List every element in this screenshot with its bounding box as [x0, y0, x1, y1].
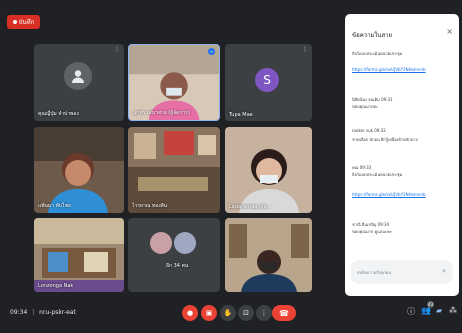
close-icon[interactable]: × [446, 27, 453, 36]
camera-off-button[interactable]: ▣ [201, 305, 217, 321]
participant-tile[interactable]: Ladaramaa phi... [225, 127, 312, 213]
recording-badge: บันทึก [7, 15, 40, 29]
participant-tile[interactable]: แพ้นมา ทับไชย [34, 127, 124, 213]
more-options-icon[interactable]: ⋮ [114, 47, 120, 53]
video-feed [225, 127, 312, 213]
end-call-button[interactable]: ☎ [272, 305, 296, 321]
participant-tile[interactable]: ⋮ คุณญี่ปุ่ม จำปาพอง [34, 44, 124, 121]
chat-message: ขอบคุณมากค่ะ [352, 104, 379, 109]
participant-tile[interactable]: Lonzonga Nak [34, 218, 124, 292]
chat-panel: ข้อความในสาย × ลิงก์แบบประเมินหน่วยประชุ… [345, 14, 459, 296]
chat-icon[interactable]: ▰ [436, 306, 442, 315]
chat-input[interactable]: ส่งข้อความถึงทุกคน ➤ [351, 260, 453, 284]
chat-sender: ชาณี ยืนเจริญ 09:34 [352, 222, 390, 227]
present-button[interactable]: ⊡ [238, 305, 254, 321]
more-participants-label: อีก 34 คน [166, 263, 189, 269]
participant-tile[interactable] [225, 218, 312, 292]
chat-message: ลิงก์แบบประเมินหน่วยประชุม [352, 172, 403, 177]
more-options-button[interactable]: ⋮ [256, 305, 272, 321]
participant-count-badge: 43 [427, 301, 434, 308]
chat-message: ลิงก์แบบประเมินหน่วยประชุม [352, 51, 403, 56]
clock-time: 09:34 [10, 309, 28, 316]
send-icon[interactable]: ➤ [441, 267, 447, 275]
speaking-icon: ≡ [208, 48, 215, 55]
avatar: S [255, 68, 279, 92]
chat-link[interactable]: https://forms.gle/xxUJVbY3NHomnnb [352, 67, 426, 72]
hand-icon: ✋ [223, 309, 233, 317]
chat-message: ขาดเลือก นักอน ฝึกรู้เยนื่อเข้าหลักอาจ [352, 137, 418, 142]
phone-hangup-icon: ☎ [279, 308, 289, 318]
chat-link[interactable]: https://forms.gle/xxUJVbY3NHomnnb [352, 192, 426, 197]
participant-name: มุกพร เสนาสาย (ผู้จัดการ) [133, 110, 190, 116]
avatar [174, 232, 196, 254]
mic-off-button[interactable]: ● [182, 305, 198, 321]
avatar [150, 232, 172, 254]
info-icon[interactable]: ⓘ [407, 306, 415, 317]
chat-sender: คณ 09:33 [352, 165, 372, 170]
video-feed [34, 218, 124, 292]
raise-hand-button[interactable]: ✋ [220, 305, 236, 321]
chat-sender: rooker suk 09:32 [352, 128, 386, 133]
video-feed [34, 127, 124, 213]
meeting-info: 09:34 | nru-pskr-eat [10, 309, 76, 316]
avatar [64, 62, 92, 90]
participant-tile[interactable]: ≡ มุกพร เสนาสาย (ผู้จัดการ) [128, 44, 220, 121]
recording-dot-icon [12, 20, 17, 24]
chat-title: ข้อความในสาย [352, 32, 392, 39]
meet-window: บันทึก ⋮ คุณญี่ปุ่ม จำปาพอง ≡ มุกพร เสนา… [0, 0, 462, 333]
participant-tile[interactable]: ไวรยาณ ทองสิน [128, 127, 220, 213]
more-vert-icon: ⋮ [260, 309, 268, 317]
activities-icon[interactable]: ⁂ [449, 306, 457, 315]
participant-name: ไวรยาณ ทองสิน [132, 203, 168, 209]
meeting-code: nru-pskr-eat [39, 309, 76, 316]
participant-tile[interactable]: S ⋮ Tupa Mae [225, 44, 312, 121]
person-icon [72, 70, 84, 83]
chat-input-placeholder: ส่งข้อความถึงทุกคน [357, 270, 392, 275]
info-separator: | [32, 309, 35, 316]
chat-sender: นิสิตน้อง จนเดิม 09:31 [352, 97, 393, 102]
participant-name: คุณญี่ปุ่ม จำปาพอง [38, 111, 79, 117]
participant-name: Tupa Mae [229, 112, 253, 118]
participant-name: แพ้นมา ทับไชย [38, 203, 71, 209]
recording-label: บันทึก [18, 19, 35, 26]
control-bar: 09:34 | nru-pskr-eat ● ▣ ✋ ⊡ ⋮ ☎ ⓘ 👥 43 … [0, 298, 462, 333]
camera-off-icon: ▣ [205, 309, 213, 317]
present-icon: ⊡ [243, 309, 249, 317]
chat-message: ขอบคุณมาก ดูแลนะคะ [352, 229, 392, 234]
video-feed [128, 127, 220, 213]
participant-name: Ladaramaa phi... [229, 204, 272, 210]
mic-off-icon: ● [186, 309, 194, 317]
participant-tile[interactable]: อีก 34 คน [128, 218, 220, 292]
more-options-icon[interactable]: ⋮ [302, 47, 308, 53]
video-feed [225, 218, 312, 292]
participant-name: Lonzonga Nak [38, 283, 74, 289]
